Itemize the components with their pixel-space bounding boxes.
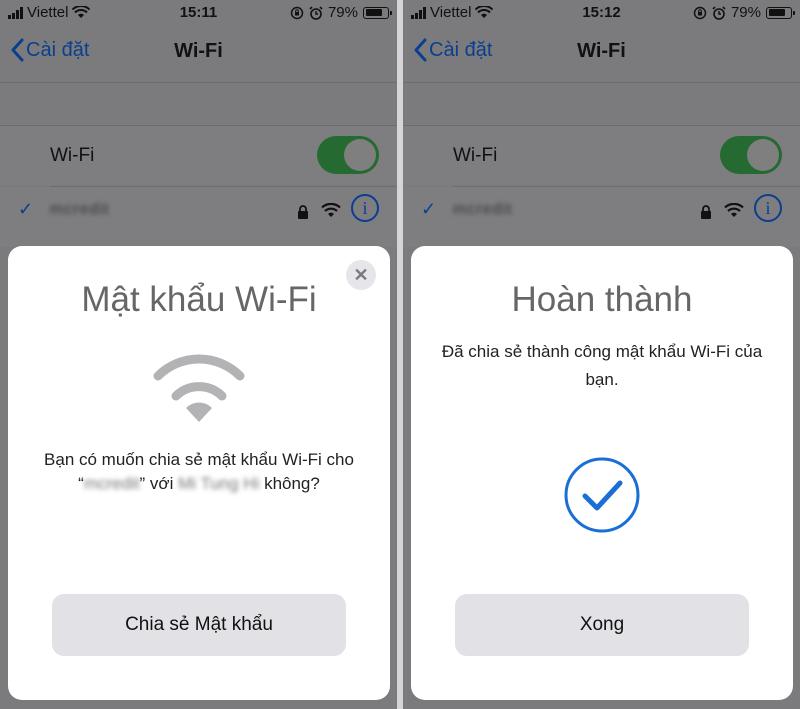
wifi-toggle[interactable]	[317, 136, 379, 174]
share-password-sheet: ✕ Mật khẩu Wi-Fi Bạn có muốn chia sẻ mật…	[8, 246, 390, 700]
wifi-toggle-row: Wi-Fi	[403, 125, 800, 185]
message-text: không?	[259, 474, 320, 493]
wifi-toggle-row: Wi-Fi	[0, 125, 397, 185]
network-row[interactable]: ✓ mcredit i	[403, 187, 800, 247]
wifi-toggle[interactable]	[720, 136, 782, 174]
message-text: ” với	[139, 474, 179, 493]
done-button[interactable]: Xong	[455, 594, 749, 656]
right-screen: Viettel 15:12 79% Cài đặt Wi-Fi Wi-Fi ✓ …	[403, 0, 800, 709]
sheet-title: Hoàn thành	[511, 280, 693, 319]
battery-icon	[766, 6, 795, 19]
network-name: mcredit	[50, 201, 110, 218]
wifi-icon	[321, 203, 341, 217]
lock-rotation-icon	[693, 6, 707, 19]
checkmark-icon: ✓	[18, 199, 34, 219]
network-row[interactable]: ✓ mcredit i	[0, 187, 397, 247]
status-bar: Viettel 15:12 79%	[403, 0, 800, 24]
page-title: Wi-Fi	[174, 40, 223, 62]
done-message: Đã chia sẻ thành công mật khẩu Wi-Fi của…	[441, 342, 763, 389]
nav-bar: Cài đặt Wi-Fi	[403, 24, 800, 82]
checkmark-circle-icon	[564, 457, 640, 533]
wifi-label: Wi-Fi	[453, 145, 498, 166]
battery-icon	[363, 6, 392, 19]
lock-rotation-icon	[290, 6, 304, 19]
alarm-icon	[309, 5, 323, 20]
wifi-icon	[724, 203, 744, 217]
share-message: Bạn có muốn chia sẻ mật khẩu Wi-Fi cho “…	[38, 448, 360, 496]
battery-percent: 79%	[730, 4, 761, 21]
divider	[403, 82, 800, 83]
divider	[0, 82, 397, 83]
done-sheet: Hoàn thành Đã chia sẻ thành công mật khẩ…	[411, 246, 793, 700]
share-password-button[interactable]: Chia sẻ Mật khẩu	[52, 594, 346, 656]
status-bar: Viettel 15:11 79%	[0, 0, 397, 24]
sheet-title: Mật khẩu Wi-Fi	[81, 280, 317, 319]
blurred-contact-name: Mi Tung Hi	[178, 474, 260, 493]
wifi-icon	[153, 354, 245, 422]
blurred-network-name: mcredit	[83, 474, 140, 493]
lock-icon	[298, 205, 308, 219]
alarm-icon	[712, 5, 726, 20]
status-right: 79%	[290, 4, 392, 21]
checkmark-icon: ✓	[421, 199, 437, 219]
page-title: Wi-Fi	[577, 40, 626, 62]
battery-percent: 79%	[327, 4, 358, 21]
status-right: 79%	[693, 4, 795, 21]
lock-icon	[701, 205, 711, 219]
nav-bar: Cài đặt Wi-Fi	[0, 24, 397, 82]
wifi-label: Wi-Fi	[50, 145, 95, 166]
info-icon[interactable]: i	[351, 194, 379, 222]
info-icon[interactable]: i	[754, 194, 782, 222]
divider	[403, 125, 800, 126]
network-name: mcredit	[453, 201, 513, 218]
divider	[0, 125, 397, 126]
left-screen: Viettel 15:11 79% Cài đặt Wi-Fi Wi-Fi ✓ …	[0, 0, 397, 709]
